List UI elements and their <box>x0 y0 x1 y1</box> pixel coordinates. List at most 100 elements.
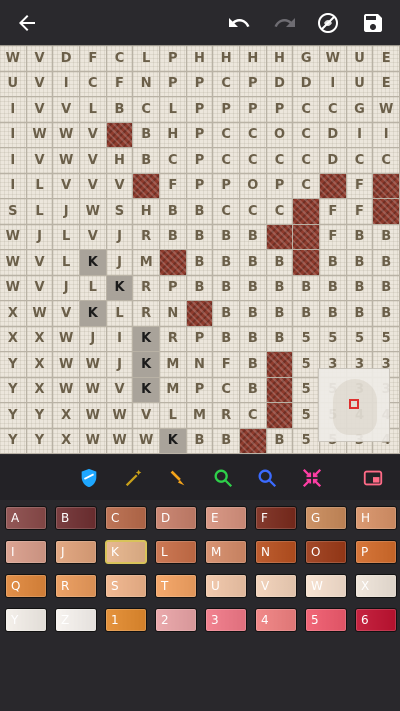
grid-cell[interactable]: X <box>26 352 54 378</box>
grid-cell[interactable]: M <box>133 250 160 276</box>
zoom-out-tool[interactable] <box>254 465 280 491</box>
palette-color-f[interactable]: F <box>255 506 297 530</box>
grid-cell[interactable]: X <box>0 301 27 327</box>
grid-cell[interactable]: K <box>106 275 134 301</box>
palette-color-6[interactable]: 6 <box>355 608 397 632</box>
palette-color-2[interactable]: 2 <box>155 608 197 632</box>
grid-cell[interactable]: 5 <box>293 403 320 429</box>
grid-cell[interactable]: P <box>186 173 214 199</box>
grid-cell[interactable]: V <box>106 377 134 403</box>
grid-cell[interactable]: 5 <box>373 326 400 352</box>
grid-cell[interactable]: V <box>79 224 107 250</box>
grid-cell[interactable]: B <box>293 275 320 301</box>
grid-cell[interactable]: B <box>213 301 240 327</box>
grid-cell[interactable] <box>133 173 160 199</box>
grid-cell[interactable]: B <box>186 224 214 250</box>
palette-color-a[interactable]: A <box>5 506 47 530</box>
grid-cell[interactable]: W <box>106 403 134 429</box>
grid-cell[interactable]: R <box>133 301 160 327</box>
grid-cell[interactable]: C <box>213 148 240 174</box>
grid-cell[interactable]: C <box>346 148 374 174</box>
grid-cell[interactable]: V <box>133 403 160 429</box>
grid-cell[interactable]: 5 <box>319 326 347 352</box>
grid-cell[interactable]: H <box>239 46 267 72</box>
grid-cell[interactable]: B <box>213 326 240 352</box>
grid-cell[interactable]: 5 <box>293 352 320 378</box>
grid-cell[interactable]: H <box>106 148 134 174</box>
grid-cell[interactable]: V <box>26 46 54 72</box>
grid-cell[interactable]: F <box>319 224 347 250</box>
palette-color-j[interactable]: J <box>55 540 97 564</box>
back-button[interactable] <box>10 6 44 40</box>
palette-color-3[interactable]: 3 <box>205 608 247 632</box>
grid-cell[interactable]: P <box>159 46 187 72</box>
grid-cell[interactable]: W <box>0 46 27 72</box>
grid-cell[interactable]: W <box>133 428 160 454</box>
grid-cell[interactable]: C <box>239 403 267 429</box>
grid-cell[interactable]: R <box>213 403 240 429</box>
grid-cell[interactable]: W <box>79 352 107 378</box>
grid-cell[interactable]: C <box>239 148 267 174</box>
fit-screen-tool[interactable] <box>299 465 325 491</box>
grid-cell[interactable]: B <box>186 199 214 225</box>
grid-cell[interactable]: K <box>79 301 107 327</box>
palette-color-m[interactable]: M <box>205 540 247 564</box>
grid-cell[interactable]: L <box>79 275 107 301</box>
grid-cell[interactable]: C <box>319 97 347 123</box>
palette-color-c[interactable]: C <box>105 506 147 530</box>
grid-cell[interactable]: C <box>106 46 134 72</box>
grid-cell[interactable]: L <box>53 224 80 250</box>
grid-cell[interactable]: L <box>53 250 80 276</box>
grid-cell[interactable]: Y <box>26 428 54 454</box>
grid-cell[interactable]: P <box>186 326 214 352</box>
grid-cell[interactable]: B <box>346 301 374 327</box>
grid-cell[interactable]: P <box>266 173 294 199</box>
grid-cell[interactable]: P <box>239 71 267 97</box>
grid-cell[interactable]: B <box>239 250 267 276</box>
grid-cell[interactable]: V <box>26 71 54 97</box>
grid-cell[interactable]: O <box>239 173 267 199</box>
grid-cell[interactable]: H <box>159 122 187 148</box>
zoom-in-tool[interactable] <box>210 465 236 491</box>
grid-cell[interactable]: B <box>239 301 267 327</box>
grid-cell[interactable]: X <box>53 403 80 429</box>
palette-color-d[interactable]: D <box>155 506 197 530</box>
grid-cell[interactable] <box>293 224 320 250</box>
palette-color-v[interactable]: V <box>255 574 297 598</box>
palette-color-t[interactable]: T <box>155 574 197 598</box>
palette-color-4[interactable]: 4 <box>255 608 297 632</box>
grid-cell[interactable]: V <box>53 301 80 327</box>
grid-cell[interactable]: K <box>133 352 160 378</box>
palette-color-b[interactable]: B <box>55 506 97 530</box>
grid-cell[interactable]: B <box>346 250 374 276</box>
grid-cell[interactable]: F <box>159 173 187 199</box>
grid-cell[interactable]: C <box>266 199 294 225</box>
grid-cell[interactable]: C <box>373 148 400 174</box>
grid-cell[interactable]: D <box>266 71 294 97</box>
grid-cell[interactable]: E <box>373 46 400 72</box>
grid-cell[interactable]: I <box>0 97 27 123</box>
grid-cell[interactable]: F <box>319 199 347 225</box>
grid-cell[interactable]: C <box>239 122 267 148</box>
grid-cell[interactable]: I <box>0 122 27 148</box>
grid-cell[interactable]: N <box>159 301 187 327</box>
grid-cell[interactable]: W <box>79 377 107 403</box>
grid-cell[interactable]: I <box>373 122 400 148</box>
grid-cell[interactable]: P <box>159 71 187 97</box>
redo-button[interactable] <box>268 6 302 40</box>
palette-color-k[interactable]: K <box>105 540 147 564</box>
grid-cell[interactable]: B <box>159 199 187 225</box>
grid-cell[interactable]: B <box>213 250 240 276</box>
grid-cell[interactable]: R <box>159 326 187 352</box>
grid-cell[interactable]: B <box>213 428 240 454</box>
grid-cell[interactable]: C <box>213 122 240 148</box>
grid-cell[interactable]: N <box>186 352 214 378</box>
grid-cell[interactable]: W <box>26 301 54 327</box>
grid-cell[interactable]: C <box>266 148 294 174</box>
grid-cell[interactable]: W <box>319 46 347 72</box>
grid-cell[interactable] <box>106 122 134 148</box>
grid-cell[interactable]: S <box>106 199 134 225</box>
grid-cell[interactable]: B <box>266 275 294 301</box>
grid-cell[interactable]: B <box>346 224 374 250</box>
shield-tool[interactable] <box>76 465 102 491</box>
